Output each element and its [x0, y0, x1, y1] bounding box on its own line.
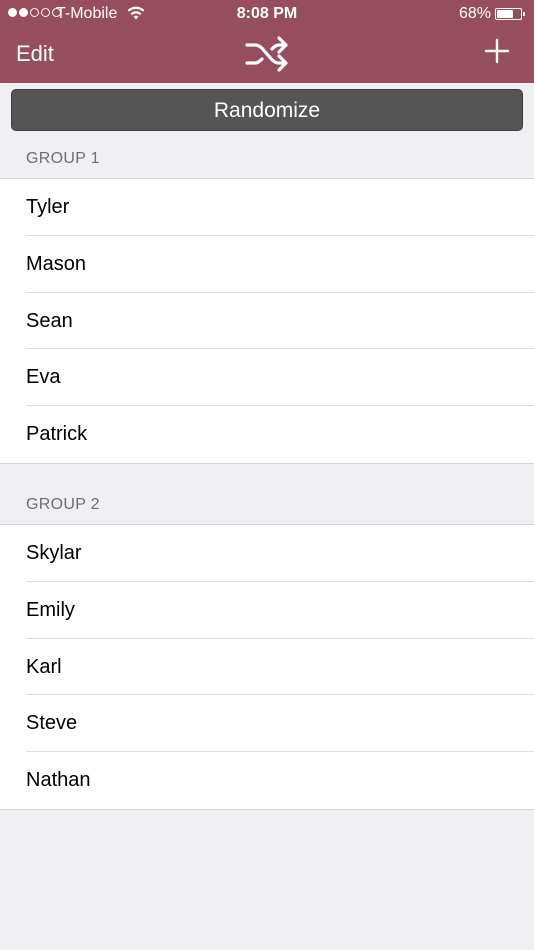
list-item[interactable]: Tyler	[0, 179, 534, 236]
shuffle-icon[interactable]	[244, 33, 290, 75]
member-name: Patrick	[26, 423, 88, 446]
status-time: 8:08 PM	[236, 5, 298, 22]
member-name: Emily	[26, 598, 75, 621]
member-name: Eva	[26, 366, 61, 389]
member-name: Sean	[26, 309, 73, 332]
group-header: GROUP 2	[26, 496, 100, 513]
member-name: Tyler	[26, 196, 70, 218]
list-item[interactable]: Nathan	[0, 752, 534, 809]
member-name: Mason	[26, 252, 87, 275]
list-item[interactable]: Patrick	[0, 406, 534, 463]
list-item[interactable]: Skylar	[0, 525, 534, 582]
list-item[interactable]: Karl	[0, 639, 534, 696]
group-header: GROUP 1	[26, 150, 100, 167]
battery-icon	[495, 8, 525, 20]
edit-button[interactable]: Edit	[16, 41, 54, 67]
navigation-bar: T-Mobile 8:08 PM 68% Edit	[0, 0, 534, 83]
member-name: Steve	[26, 712, 78, 735]
member-name: Nathan	[26, 769, 91, 792]
list-item[interactable]: Mason	[0, 236, 534, 293]
list-item[interactable]: Steve	[0, 695, 534, 753]
list-item[interactable]: Eva	[0, 349, 534, 407]
add-icon[interactable]	[484, 38, 510, 64]
randomize-button[interactable]: Randomize	[11, 89, 523, 131]
member-name: Karl	[26, 655, 62, 678]
group-list: Skylar Emily Karl Steve Nathan	[0, 524, 534, 810]
group-list: Tyler Mason Sean Eva Patrick	[0, 178, 534, 464]
list-item[interactable]: Emily	[0, 582, 534, 639]
list-item[interactable]: Sean	[0, 293, 534, 350]
status-bar: T-Mobile 8:08 PM 68%	[0, 0, 534, 28]
battery-percentage: 68%	[459, 5, 492, 22]
member-name: Skylar	[26, 542, 82, 564]
